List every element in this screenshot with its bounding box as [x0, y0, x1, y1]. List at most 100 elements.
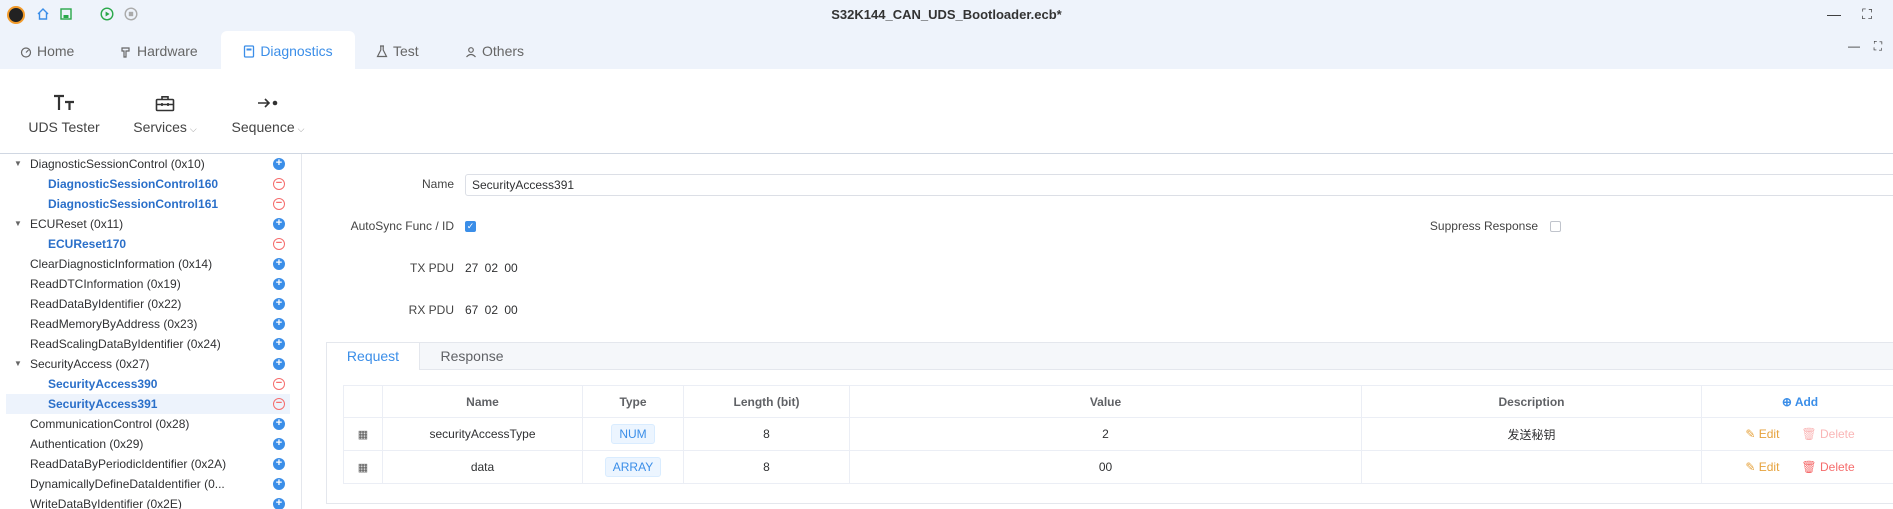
edit-icon: ✎: [1745, 460, 1759, 474]
tree-child-item[interactable]: DiagnosticSessionControl161 −: [6, 194, 290, 214]
tree-item-label: DynamicallyDefineDataIdentifier (0...: [30, 477, 225, 491]
tab-home[interactable]: Home: [20, 31, 102, 69]
tab-hardware[interactable]: Hardware: [120, 31, 210, 69]
add-label: Add: [1794, 394, 1819, 409]
add-field-button[interactable]: ⊕ Add: [1701, 385, 1893, 418]
field-actions-cell: ✎ Edit 🗑 Delete: [1701, 450, 1893, 484]
tab-others[interactable]: Others: [465, 31, 545, 69]
minimize-button[interactable]: —: [1823, 3, 1845, 25]
field-name-cell: securityAccessType: [382, 417, 583, 451]
chevron-down-icon: ⌵: [189, 124, 197, 134]
add-circle-icon[interactable]: +: [273, 318, 285, 330]
remove-circle-icon[interactable]: −: [273, 378, 285, 390]
tree-service-item[interactable]: WriteDataByIdentifier (0x2E) +: [6, 494, 290, 509]
field-length-cell: 8: [683, 450, 850, 484]
add-circle-icon[interactable]: +: [273, 278, 285, 290]
tree-service-item[interactable]: ▼ DiagnosticSessionControl (0x10) +: [6, 154, 290, 174]
tree-service-item[interactable]: ReadDTCInformation (0x19) +: [6, 274, 290, 294]
tree-child-item[interactable]: SecurityAccess391 −: [6, 394, 290, 414]
tab-response[interactable]: Response: [419, 343, 525, 369]
expand-arrow-icon[interactable]: ▼: [14, 154, 22, 174]
tree-service-item[interactable]: ReadMemoryByAddress (0x23) +: [6, 314, 290, 334]
tree-service-item[interactable]: ClearDiagnosticInformation (0x14) +: [6, 254, 290, 274]
tx-pdu-label: TX PDU: [409, 261, 454, 275]
field-actions-cell: ✎ Edit 🗑 Delete: [1701, 417, 1893, 451]
service-tree: ▼ DiagnosticSessionControl (0x10) + Diagnos…: [0, 154, 302, 509]
tree-service-item[interactable]: DynamicallyDefineDataIdentifier (0... +: [6, 474, 290, 494]
add-circle-icon[interactable]: +: [273, 358, 285, 370]
table-row: ▦ data ARRAY 8 00 ✎ Edit 🗑 Delete: [343, 450, 1893, 484]
expand-arrow-icon[interactable]: ▼: [14, 214, 22, 234]
add-circle-icon[interactable]: +: [273, 498, 285, 509]
delete-label: Delete: [1819, 460, 1855, 474]
tree-item-label: DiagnosticSessionControl (0x10): [30, 157, 205, 171]
add-circle-icon[interactable]: +: [273, 158, 285, 170]
edit-button[interactable]: ✎ Edit: [1745, 460, 1779, 474]
delete-button[interactable]: 🗑 Delete: [1801, 427, 1854, 441]
add-circle-icon[interactable]: +: [273, 458, 285, 470]
delete-button[interactable]: 🗑 Delete: [1801, 460, 1854, 474]
title-bar: S32K144_CAN_UDS_Bootloader.ecb* — ⛶: [0, 0, 1893, 29]
add-circle-icon[interactable]: +: [273, 418, 285, 430]
tree-item-label: CommunicationControl (0x28): [30, 417, 190, 431]
add-circle-icon[interactable]: +: [273, 478, 285, 490]
tab-test[interactable]: Test: [376, 31, 436, 69]
maximize-button[interactable]: ⛶: [1856, 3, 1878, 25]
services-dropdown[interactable]: Services ⌵: [128, 92, 202, 135]
sequence-dropdown[interactable]: Sequence ⌵: [228, 92, 308, 135]
column-header-value: Value: [849, 385, 1362, 418]
toolbox-icon: [155, 95, 175, 111]
tree-child-item[interactable]: ECUReset170 −: [6, 234, 290, 254]
tree-service-item[interactable]: ReadDataByPeriodicIdentifier (0x2A) +: [6, 454, 290, 474]
add-circle-icon[interactable]: +: [273, 338, 285, 350]
tab-label: Others: [482, 43, 525, 59]
tab-diagnostics[interactable]: Diagnostics: [221, 31, 355, 69]
tree-item-label: ECUReset (0x11): [30, 217, 124, 231]
add-circle-icon[interactable]: +: [273, 258, 285, 270]
tree-child-item[interactable]: DiagnosticSessionControl160 −: [6, 174, 290, 194]
remove-circle-icon[interactable]: −: [273, 238, 285, 250]
tree-service-item[interactable]: ReadScalingDataByIdentifier (0x24) +: [6, 334, 290, 354]
tree-item-label: DiagnosticSessionControl160: [48, 177, 219, 191]
tree-item-label: ECUReset170: [48, 237, 127, 251]
expand-arrow-icon[interactable]: ▼: [14, 354, 22, 374]
add-circle-icon[interactable]: +: [273, 298, 285, 310]
drag-column-header: [343, 385, 383, 418]
tree-service-item[interactable]: ReadDataByIdentifier (0x22) +: [6, 294, 290, 314]
field-type-cell: NUM: [582, 417, 684, 451]
remove-circle-icon[interactable]: −: [273, 198, 285, 210]
tab-label: Home: [37, 43, 75, 59]
suppress-response-label: Suppress Response: [1429, 219, 1538, 233]
tree-item-label: ReadScalingDataByIdentifier (0x24): [30, 337, 221, 351]
drag-handle-icon[interactable]: ▦: [358, 462, 368, 474]
tx-pdu-value: 27 02 00: [465, 261, 518, 275]
request-response-panel: Request Response Name Type Length (bit) …: [326, 342, 1893, 504]
tree-service-item[interactable]: ▼ ECUReset (0x11) +: [6, 214, 290, 234]
rx-pdu-label: RX PDU: [408, 303, 454, 317]
tree-service-item[interactable]: CommunicationControl (0x28) +: [6, 414, 290, 434]
ribbon-restore-button[interactable]: ⛶: [1867, 35, 1889, 57]
tree-child-item[interactable]: SecurityAccess390 −: [6, 374, 290, 394]
remove-circle-icon[interactable]: −: [273, 398, 285, 410]
edit-button[interactable]: ✎ Edit: [1745, 427, 1779, 441]
tree-service-item[interactable]: ▼ SecurityAccess (0x27) +: [6, 354, 290, 374]
field-name-cell: data: [382, 450, 583, 484]
suppress-response-checkbox[interactable]: [1550, 221, 1561, 232]
sequence-label: Sequence: [231, 119, 295, 135]
column-header-name: Name: [382, 385, 583, 418]
autosync-checkbox[interactable]: ✓: [465, 221, 476, 232]
drag-handle-cell[interactable]: ▦: [343, 450, 383, 484]
uds-tester-button[interactable]: UDS Tester: [28, 92, 100, 135]
name-input[interactable]: SecurityAccess391: [465, 174, 1893, 196]
ribbon-minimize-button[interactable]: —: [1843, 35, 1865, 57]
drag-handle-icon[interactable]: ▦: [358, 429, 368, 441]
add-circle-icon[interactable]: +: [273, 438, 285, 450]
flask-icon: [376, 45, 388, 58]
tree-service-item[interactable]: Authentication (0x29) +: [6, 434, 290, 454]
tab-request[interactable]: Request: [327, 343, 420, 370]
add-circle-icon[interactable]: +: [273, 218, 285, 230]
edit-label: Edit: [1758, 427, 1780, 441]
drag-handle-cell[interactable]: ▦: [343, 417, 383, 451]
remove-circle-icon[interactable]: −: [273, 178, 285, 190]
tab-label: Diagnostics: [260, 43, 333, 59]
